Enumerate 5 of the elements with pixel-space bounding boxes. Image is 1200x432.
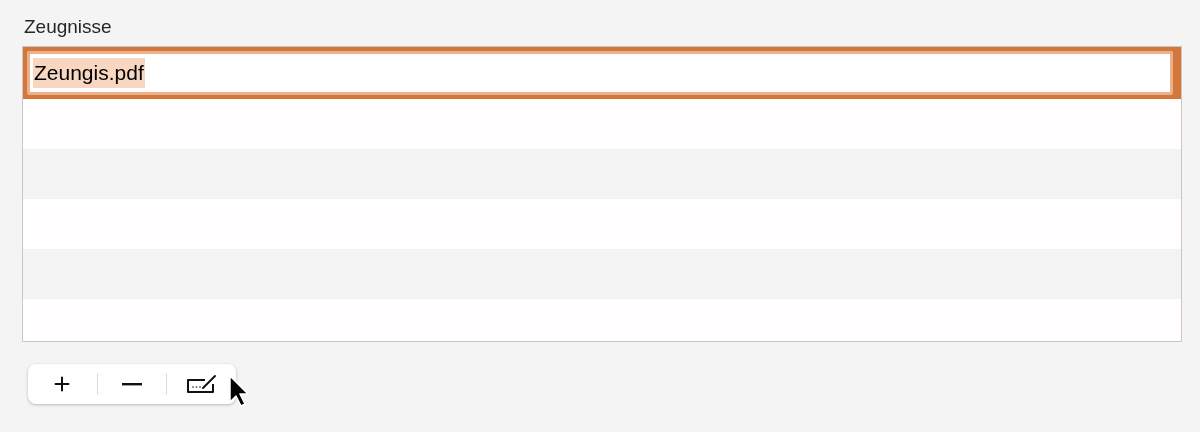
keyboard-pen-icon [184,373,219,395]
file-row[interactable]: Zeungis.pdf [23,47,1181,99]
list-label: Zeugnisse [24,15,113,39]
name-field[interactable]: Zeungis.pdf [27,51,1173,95]
minus-icon [122,382,142,386]
